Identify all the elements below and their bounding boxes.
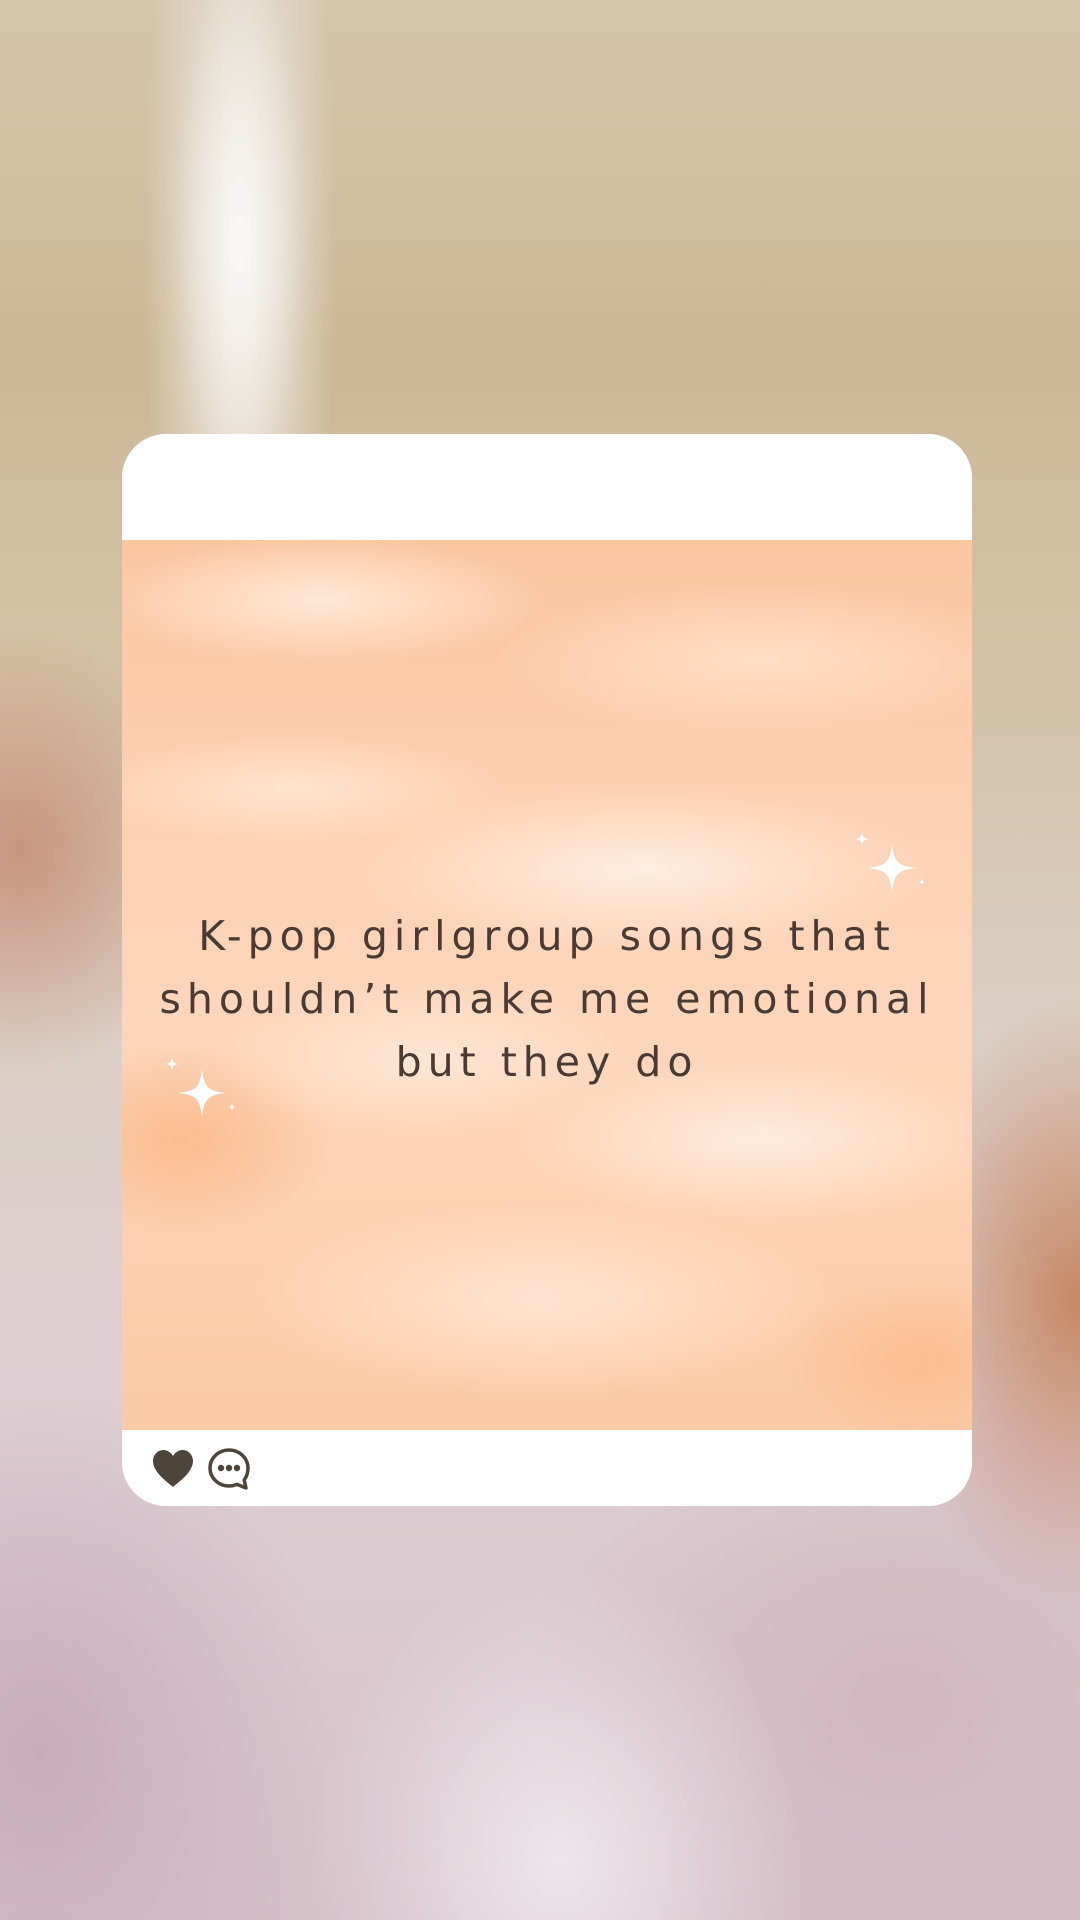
- heart-icon[interactable]: [150, 1446, 196, 1492]
- post-caption-line: K-pop girlgroup songs that: [198, 912, 896, 960]
- post-image[interactable]: K-pop girlgroup songs that shouldn’t mak…: [122, 540, 972, 1430]
- sparkle-icon: [165, 1057, 236, 1117]
- post-card: K-pop girlgroup songs that shouldn’t mak…: [122, 434, 972, 1506]
- post-caption-line: but they do: [395, 1038, 699, 1086]
- post-header: [122, 434, 972, 540]
- post-caption: K-pop girlgroup songs that shouldn’t mak…: [122, 905, 972, 1094]
- sparkle-icon: [855, 832, 926, 892]
- post-caption-line: shouldn’t make me emotional: [159, 975, 935, 1023]
- chat-bubble-icon[interactable]: [206, 1446, 252, 1492]
- post-actions-bar: [122, 1430, 972, 1506]
